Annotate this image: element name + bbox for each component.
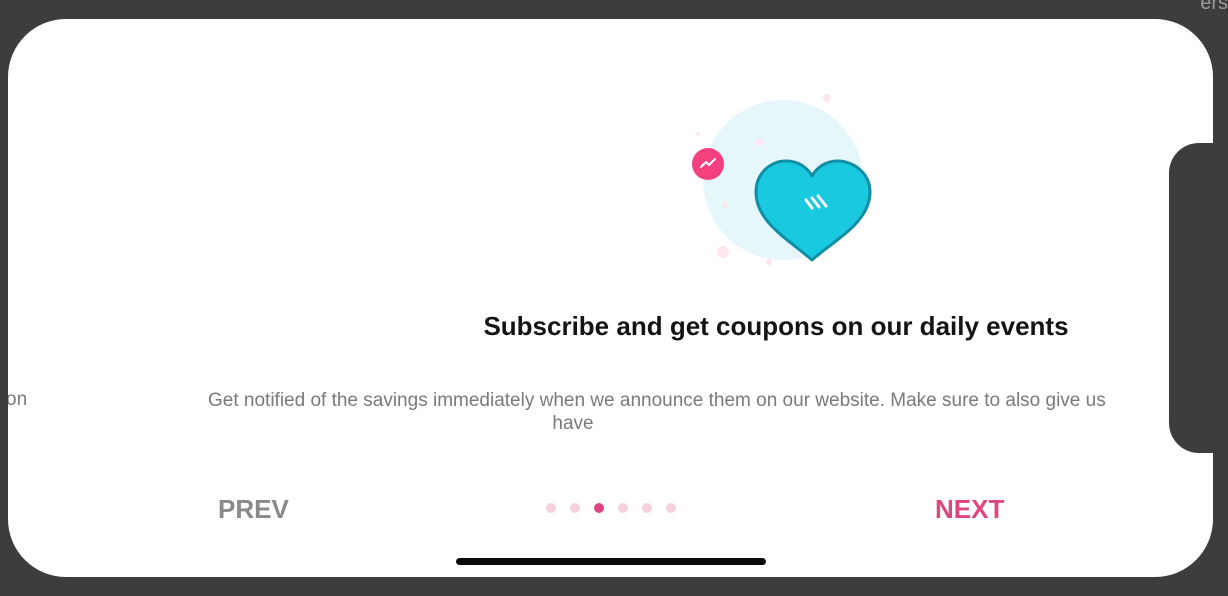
page-dot-2[interactable] [570,503,580,513]
page-indicator [546,503,676,513]
previous-slide-text-fragment: on [8,389,28,410]
decor-dot [717,246,729,258]
onboarding-title: Subscribe and get coupons on our daily e… [483,311,1069,341]
page-dot-6[interactable] [666,503,676,513]
decor-dot [766,259,772,265]
page-dot-3-active[interactable] [594,503,604,513]
description-line-2: have [552,413,594,434]
decor-dot [696,132,700,136]
decor-dot [823,94,831,102]
device-notch [1169,143,1228,453]
pink-badge-icon [692,148,724,180]
description-line-1: Get notified of the savings immediately … [208,390,1106,411]
decor-dot [756,138,764,146]
home-indicator[interactable] [456,558,766,565]
background-text-fragment: ers [1200,0,1228,14]
page-dot-4[interactable] [618,503,628,513]
page-dot-5[interactable] [642,503,652,513]
onboarding-description: Get notified of the savings immediately … [208,389,1213,435]
device-frame: ers on Subscribe and get coupons on our … [0,0,1228,596]
onboarding-screen: on Subscribe and get coupons on our dail… [8,19,1213,577]
prev-button[interactable]: PREV [218,494,289,525]
page-dot-1[interactable] [546,503,556,513]
heart-illustration [692,94,872,265]
next-button[interactable]: NEXT [935,494,1004,525]
decor-dot [722,202,728,208]
